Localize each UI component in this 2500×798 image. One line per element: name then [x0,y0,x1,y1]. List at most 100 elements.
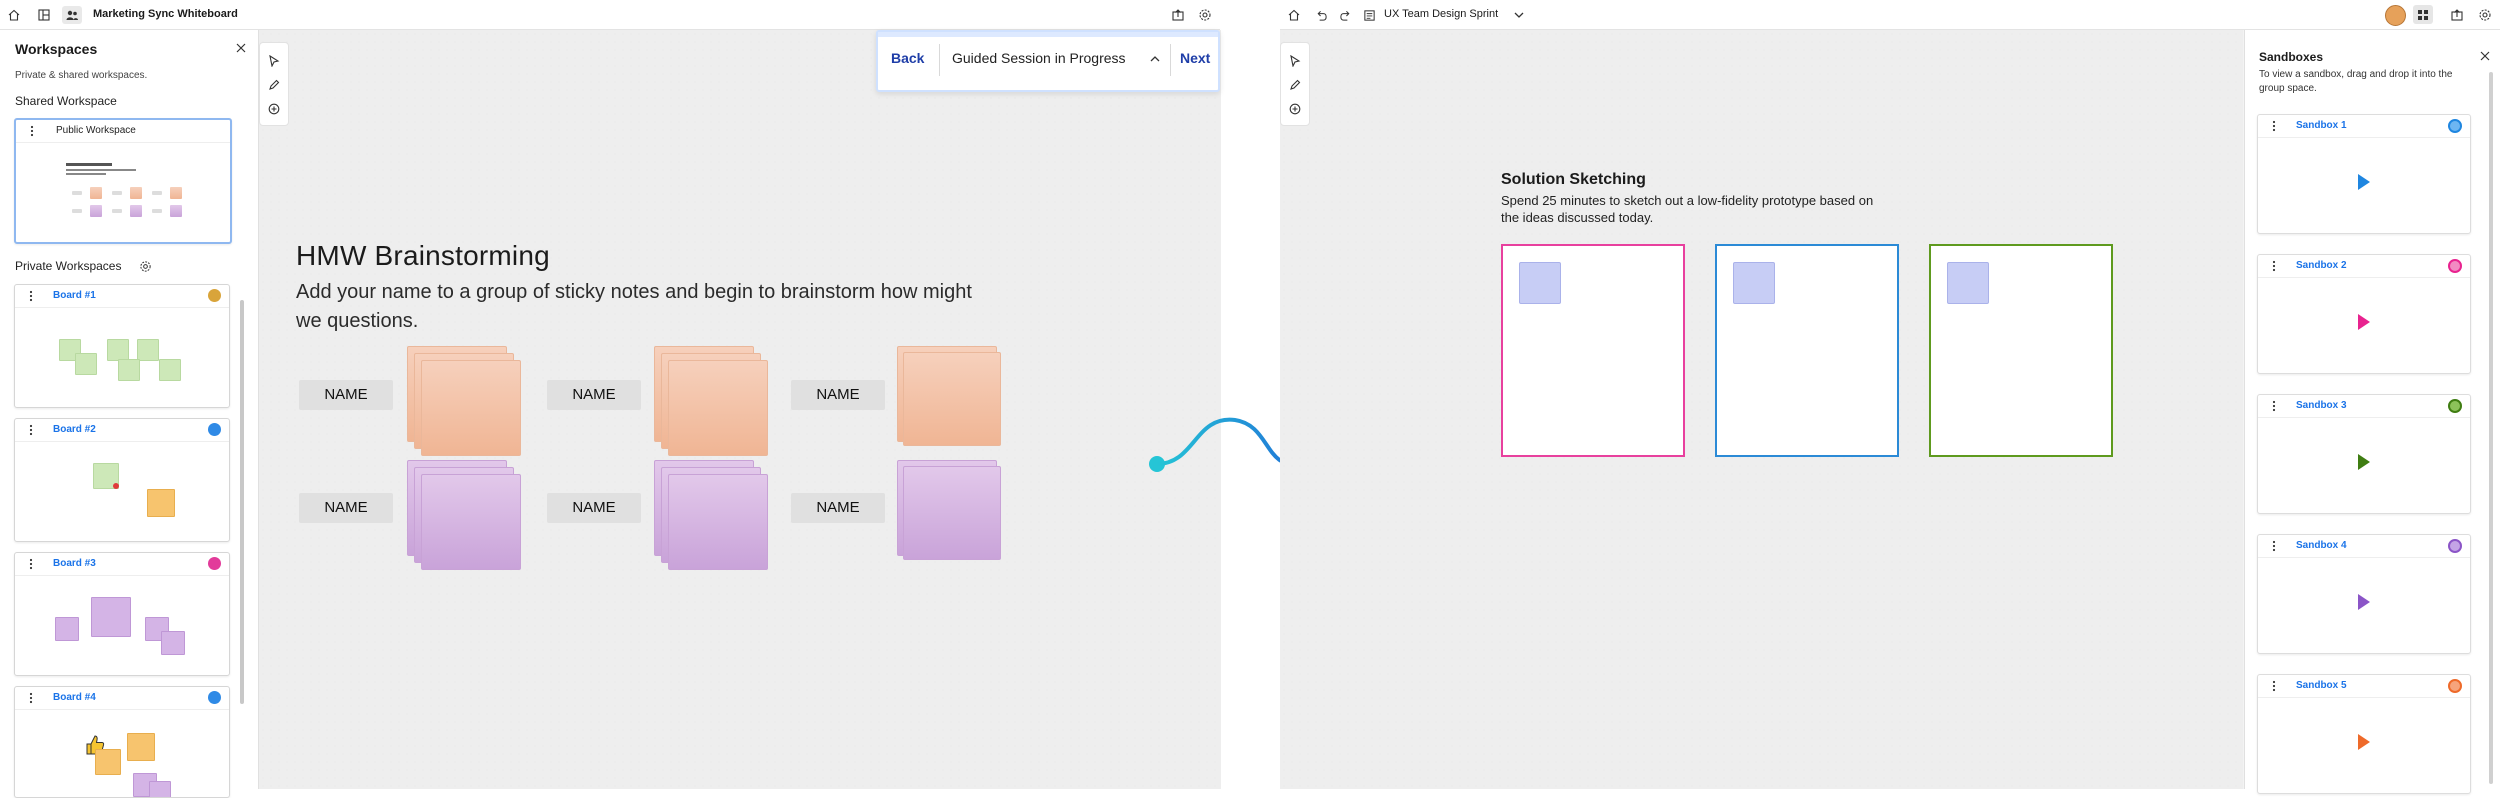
home-icon[interactable] [6,7,22,23]
board-label: Board #3 [53,558,96,569]
grid-view-icon[interactable] [2413,5,2433,24]
sticky-note[interactable] [668,360,768,456]
share-icon[interactable] [2449,7,2465,23]
private-workspaces-heading: Private Workspaces [15,259,122,273]
right-canvas[interactable]: Solution Sketching Spend 25 minutes to s… [1280,30,2243,789]
board-card-1[interactable]: Board #1 [14,284,230,408]
app-title[interactable]: UX Team Design Sprint [1384,8,1498,20]
private-settings-gear-icon[interactable] [137,258,153,274]
sticky-note[interactable] [903,466,1001,560]
workspaces-subtitle: Private & shared workspaces. [15,70,148,81]
sticky-note[interactable] [421,360,521,456]
sketch-frame-1[interactable] [1501,244,1685,457]
sticky-note[interactable] [1519,262,1561,304]
sandbox-card-5[interactable]: Sandbox 5 [2257,674,2471,794]
more-options-icon[interactable] [2268,679,2280,693]
scrollbar[interactable] [240,300,244,704]
left-canvas[interactable]: Back Guided Session in Progress Next HMW… [259,30,1221,789]
more-options-icon[interactable] [25,423,37,437]
sandbox-card-1[interactable]: Sandbox 1 [2257,114,2471,234]
solution-title: Solution Sketching [1501,171,1646,188]
add-tool-icon[interactable] [1287,101,1303,117]
avatar [208,691,221,704]
cursor-icon [2358,174,2370,190]
workspaces-panel: Workspaces Private & shared workspaces. … [0,30,259,798]
public-workspace-thumbnail [30,154,216,236]
sticky-note[interactable] [903,352,1001,446]
sticky-note[interactable] [421,474,521,570]
avatar [208,423,221,436]
sketch-frame-2[interactable] [1715,244,1899,457]
cursor-icon [2358,314,2370,330]
public-workspace-card[interactable]: Public Workspace [14,118,232,244]
avatar [2448,539,2462,553]
redo-icon[interactable] [1337,7,1353,23]
sandbox-label: Sandbox 5 [2296,680,2347,691]
more-options-icon[interactable] [2268,539,2280,553]
sticky-note[interactable] [668,474,768,570]
pen-tool-icon[interactable] [266,77,282,93]
more-options-icon[interactable] [25,691,37,705]
shared-workspace-heading: Shared Workspace [15,94,117,108]
next-button[interactable]: Next [1180,50,1210,66]
public-workspace-label: Public Workspace [56,125,136,136]
pointer-tool-icon[interactable] [266,53,282,69]
sandboxes-panel: Sandboxes To view a sandbox, drag and dr… [2244,30,2500,794]
scrollbar[interactable] [2489,72,2493,784]
right-topbar: UX Team Design Sprint [1280,0,2500,30]
notes-icon[interactable] [1361,7,1377,23]
more-options-icon[interactable] [2268,119,2280,133]
sandboxes-subtitle: To view a sandbox, drag and drop it into… [2259,69,2453,94]
more-options-icon[interactable] [25,289,37,303]
close-icon[interactable] [233,40,249,56]
sketch-frame-3[interactable] [1929,244,2113,457]
share-icon[interactable] [1170,7,1186,23]
guided-session-bar: Back Guided Session in Progress Next [876,30,1220,92]
board-label: Board #1 [53,290,96,301]
sticky-note[interactable] [1733,262,1775,304]
settings-gear-icon[interactable] [2477,7,2493,23]
sticky-note[interactable] [1947,262,1989,304]
solution-body: Spend 25 minutes to sketch out a low-fid… [1501,193,1874,225]
avatar [208,289,221,302]
chevron-up-icon[interactable] [1148,52,1162,66]
close-icon[interactable] [2477,48,2493,64]
board-card-3[interactable]: Board #3 [14,552,230,676]
sandbox-card-2[interactable]: Sandbox 2 [2257,254,2471,374]
avatar[interactable] [2385,5,2406,26]
guided-session-status[interactable]: Guided Session in Progress [952,50,1126,66]
name-label[interactable]: NAME [791,380,885,410]
more-options-icon[interactable] [26,124,38,138]
pen-tool-icon[interactable] [1287,77,1303,93]
board-label: Board #2 [53,424,96,435]
name-label[interactable]: NAME [299,493,393,523]
board-card-4[interactable]: Board #4 [14,686,230,798]
layout-icon[interactable] [36,7,52,23]
app-title: Marketing Sync Whiteboard [93,8,238,20]
avatar [2448,399,2462,413]
back-button[interactable]: Back [891,50,924,66]
more-options-icon[interactable] [2268,399,2280,413]
pointer-tool-icon[interactable] [1287,53,1303,69]
vertical-toolbar [1280,42,1310,126]
name-label[interactable]: NAME [299,380,393,410]
home-icon[interactable] [1286,7,1302,23]
settings-gear-icon[interactable] [1197,7,1213,23]
board-card-2[interactable]: Board #2 [14,418,230,542]
avatar [208,557,221,570]
hmw-body: Add your name to a group of sticky notes… [296,281,972,332]
sandbox-card-4[interactable]: Sandbox 4 [2257,534,2471,654]
chevron-down-icon[interactable] [1512,8,1526,22]
people-icon[interactable] [62,6,82,24]
sandbox-label: Sandbox 4 [2296,540,2347,551]
name-label[interactable]: NAME [547,380,641,410]
undo-icon[interactable] [1313,7,1329,23]
name-label[interactable]: NAME [791,493,885,523]
name-label[interactable]: NAME [547,493,641,523]
heart-icon [113,483,119,489]
sandbox-card-3[interactable]: Sandbox 3 [2257,394,2471,514]
more-options-icon[interactable] [2268,259,2280,273]
left-window: Marketing Sync Whiteboard Workspaces Pri… [0,0,1221,798]
add-tool-icon[interactable] [266,101,282,117]
more-options-icon[interactable] [25,557,37,571]
